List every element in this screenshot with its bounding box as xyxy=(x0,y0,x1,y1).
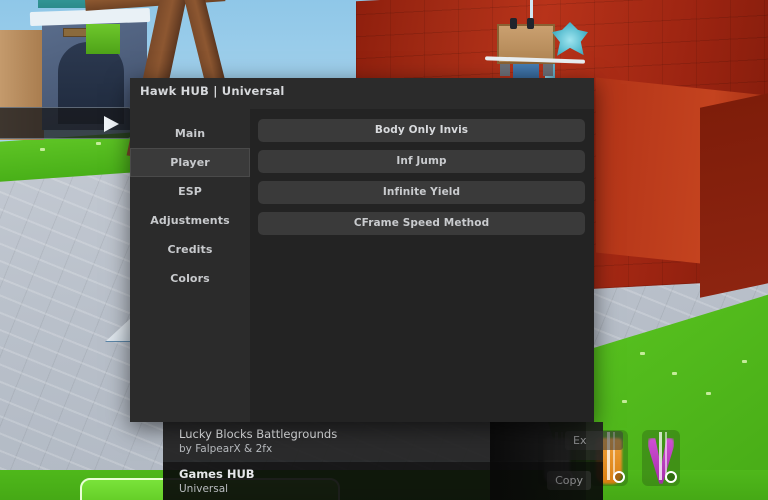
sidebar-item-colors[interactable]: Colors xyxy=(130,264,250,293)
sidebar-item-main[interactable]: Main xyxy=(130,119,250,148)
script-author: by FalpearX & 2fx xyxy=(179,443,273,455)
send-arrow-icon[interactable] xyxy=(104,116,119,132)
green-cube-prop xyxy=(86,24,120,54)
content-area: Body Only Invis Inf Jump Infinite Yield … xyxy=(250,109,594,422)
screen: Lucky Blocks Battlegrounds by FalpearX &… xyxy=(0,0,768,500)
grass-speck xyxy=(622,400,627,403)
hub-panel: Hawk HUB | Universal Main Player ESP Adj… xyxy=(130,78,594,422)
sidebar-item-player[interactable]: Player xyxy=(130,148,250,177)
grass-speck xyxy=(640,352,645,355)
body-only-invis-button[interactable]: Body Only Invis xyxy=(258,119,585,142)
slot-badge xyxy=(613,471,625,483)
grass-speck xyxy=(706,392,711,395)
grass-speck xyxy=(742,360,747,363)
sidebar-item-adjustments[interactable]: Adjustments xyxy=(130,206,250,235)
sidebar-item-esp[interactable]: ESP xyxy=(130,177,250,206)
infinite-yield-button[interactable]: Infinite Yield xyxy=(258,181,585,204)
hotbar-slot-magenta[interactable] xyxy=(642,430,680,486)
script-name: Lucky Blocks Battlegrounds xyxy=(179,427,338,441)
list-shadow-overlay xyxy=(490,422,586,500)
character-eye-left xyxy=(510,18,517,29)
item-stem xyxy=(659,432,662,480)
inf-jump-button[interactable]: Inf Jump xyxy=(258,150,585,173)
red-brick-block-secondary xyxy=(700,82,768,298)
chat-input[interactable] xyxy=(0,107,132,139)
grass-speck xyxy=(672,372,677,375)
script-subtitle: Universal xyxy=(179,483,229,495)
grass-speck xyxy=(96,142,101,145)
cframe-speed-method-button[interactable]: CFrame Speed Method xyxy=(258,212,585,235)
hub-body: Main Player ESP Adjustments Credits Colo… xyxy=(130,109,594,422)
script-name: Games HUB xyxy=(179,467,255,481)
character-eye-right xyxy=(527,18,534,29)
sidebar-item-credits[interactable]: Credits xyxy=(130,235,250,264)
grass-speck xyxy=(40,148,45,151)
slot-badge xyxy=(665,471,677,483)
page-title: Hawk HUB | Universal xyxy=(140,84,285,98)
sidebar: Main Player ESP Adjustments Credits Colo… xyxy=(130,109,250,422)
